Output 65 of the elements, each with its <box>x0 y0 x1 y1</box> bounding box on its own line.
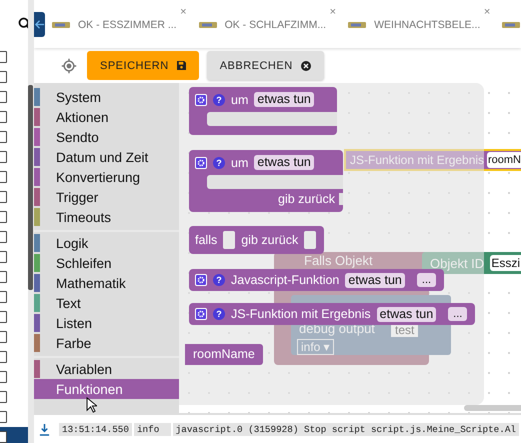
category-item[interactable]: Datum und Zeit <box>34 147 179 167</box>
arrow-left-icon <box>34 19 45 30</box>
category-item[interactable]: Farbe <box>34 333 179 353</box>
category-item[interactable]: Trigger <box>34 187 179 207</box>
block-field[interactable]: etwas tun <box>254 92 314 107</box>
log-message: javascript.0 (3159928) Stop script script.js.Meine_Scripte.Al <box>172 422 519 436</box>
scrollbar[interactable] <box>28 85 33 290</box>
gear-icon[interactable] <box>195 274 207 286</box>
cancel-button[interactable]: ABBRECHEN <box>206 51 324 80</box>
log-severity: info <box>134 422 171 436</box>
close-icon[interactable]: × <box>330 6 336 18</box>
help-icon[interactable]: ? <box>213 274 225 286</box>
block-field[interactable]: roomN <box>486 152 521 168</box>
gear-icon[interactable] <box>195 156 207 168</box>
more-field[interactable]: ... <box>416 273 436 287</box>
block-field[interactable]: etwas tun <box>345 272 405 288</box>
gear-icon[interactable] <box>195 94 207 106</box>
mouse-cursor-icon <box>86 397 97 413</box>
help-icon[interactable]: ? <box>213 156 225 168</box>
block-label: Objekt ID <box>429 256 484 270</box>
back-button[interactable] <box>34 12 45 37</box>
blockly-icon <box>502 22 520 28</box>
block-field[interactable]: Esszi <box>490 255 521 271</box>
block-field[interactable]: etwas tun <box>376 306 436 322</box>
category-item[interactable]: Funktionen <box>34 379 179 399</box>
category-item[interactable]: Variablen <box>34 359 179 379</box>
category-item[interactable]: Timeouts <box>34 207 179 227</box>
log-time: 13:51:14.550 <box>59 422 132 436</box>
procedure-block[interactable]: ? um etwas tun <box>189 87 337 135</box>
block-label: JS-Funktion mit Ergebnis <box>350 153 484 167</box>
help-icon[interactable]: ? <box>213 308 225 320</box>
variable-block[interactable]: roomName <box>185 344 263 365</box>
blockly-icon <box>198 22 217 28</box>
gear-icon[interactable] <box>195 308 207 320</box>
object-block[interactable]: Objekt ID Esszi <box>422 252 521 274</box>
category-item[interactable]: Aktionen <box>34 107 179 127</box>
category-item[interactable]: Listen <box>34 313 179 333</box>
category-item[interactable]: Konvertierung <box>34 167 179 187</box>
tab-title: OK - SCHLAFZIMM... <box>224 19 326 31</box>
blockly-icon <box>348 22 366 28</box>
crosshair-icon[interactable] <box>61 58 77 74</box>
function-block[interactable]: JS-Funktion mit Ergebnis roomN <box>344 149 521 171</box>
search-icon[interactable] <box>18 16 28 30</box>
category-item[interactable]: Mathematik <box>34 273 179 293</box>
category-item[interactable]: Text <box>34 293 179 313</box>
blockly-icon <box>52 22 70 28</box>
tab-title: OK - ESSZIMMER ... <box>78 19 177 31</box>
category-item[interactable]: Sendto <box>34 127 179 147</box>
category-item[interactable]: Schleifen <box>34 253 179 273</box>
close-icon[interactable]: × <box>180 6 187 18</box>
save-button[interactable]: SPEICHERN <box>87 51 199 80</box>
function-block[interactable]: ? Javascript-Funktion etwas tun ... <box>189 269 444 291</box>
help-icon[interactable]: ? <box>213 94 225 106</box>
block-field[interactable]: etwas tun <box>254 155 314 170</box>
download-icon[interactable] <box>39 422 50 436</box>
close-circle-icon <box>300 60 311 70</box>
close-icon[interactable]: × <box>484 6 490 18</box>
if-return-block[interactable]: falls gib zurück <box>189 226 324 254</box>
function-block[interactable]: ? JS-Funktion mit Ergebnis etwas tun ... <box>189 303 476 325</box>
tab-title: WEIHNACHTSBELE... <box>374 19 480 31</box>
category-item[interactable]: Logik <box>34 233 179 253</box>
category-item[interactable]: System <box>34 87 179 107</box>
more-field[interactable]: ... <box>448 307 468 321</box>
block-label: Falls Objekt <box>304 253 373 268</box>
list-row[interactable] <box>0 427 28 443</box>
